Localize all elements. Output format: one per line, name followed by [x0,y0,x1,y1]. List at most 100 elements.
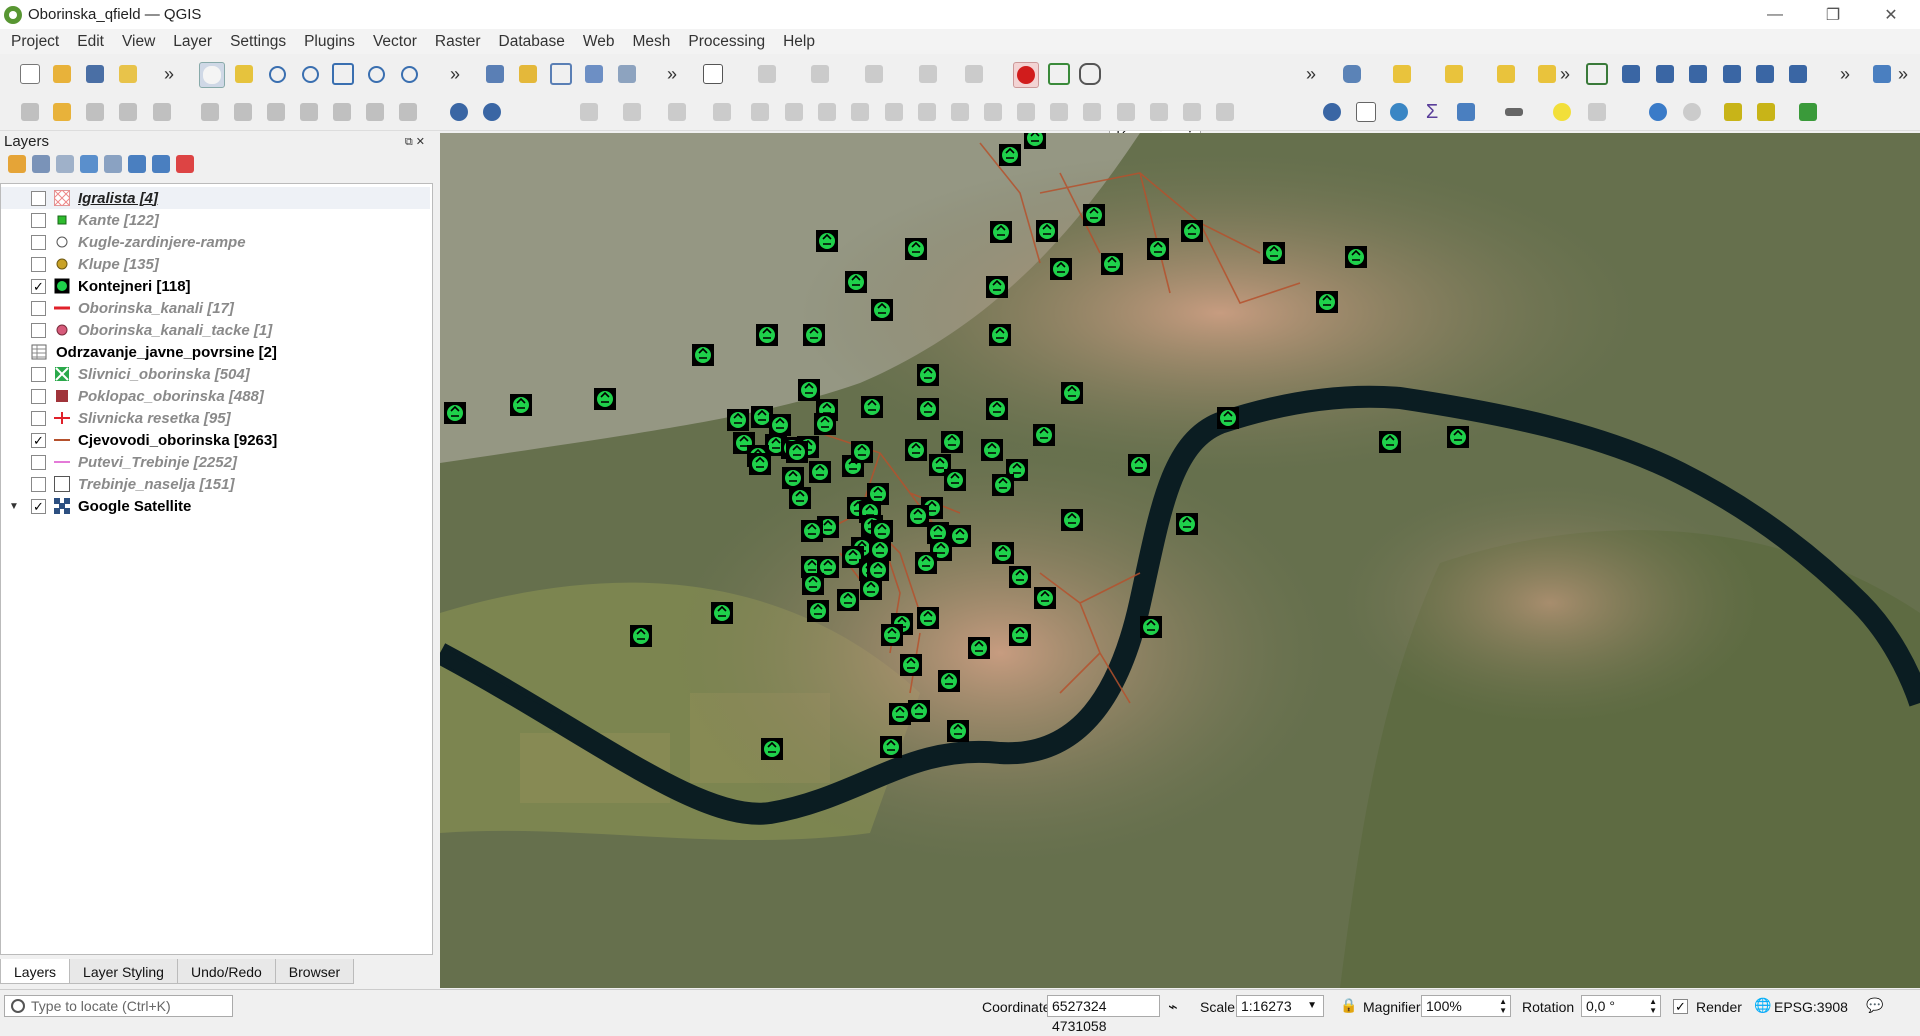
copy-features-icon[interactable] [1442,62,1466,86]
container-marker-icon[interactable] [866,558,890,582]
select-by-radius-icon[interactable] [962,62,986,86]
menu-project[interactable]: Project [0,33,66,51]
filter-expression-icon[interactable] [104,155,122,173]
add-feature-icon[interactable] [116,100,140,124]
add-spatialite-icon[interactable] [1720,62,1744,86]
split-parts-icon[interactable] [981,100,1005,124]
container-marker-icon[interactable] [1216,406,1240,430]
container-marker-icon[interactable] [991,541,1015,565]
locator-search-input[interactable]: Type to locate (Ctrl+K) [4,995,233,1017]
container-marker-icon[interactable] [1378,430,1402,454]
field-calculator-icon[interactable] [1387,100,1411,124]
save-edits-icon[interactable] [83,100,107,124]
container-marker-icon[interactable] [914,551,938,575]
add-raster-icon[interactable] [1619,62,1643,86]
pan-to-selection-icon[interactable] [232,62,256,86]
container-marker-icon[interactable] [1060,508,1084,532]
messages-icon[interactable]: 💬 [1866,997,1883,1014]
layer-checkbox[interactable] [31,388,46,404]
container-marker-icon[interactable] [1100,252,1124,276]
toolbar-overflow-6[interactable]: » [1840,64,1850,85]
menu-vector[interactable]: Vector [362,33,424,51]
maximize-button[interactable]: ❐ [1804,0,1862,29]
rotation-spinbox[interactable]: 0,0 ° ▲ ▼ [1581,995,1661,1017]
container-marker-icon[interactable] [1127,453,1151,477]
add-delimited-icon[interactable] [1686,62,1710,86]
toolbar-overflow-2[interactable]: » [450,64,460,85]
container-marker-icon[interactable] [443,401,467,425]
layer-row-slivnici[interactable]: Slivnici_oborinska [504] [1,363,430,385]
delete-ring-icon[interactable] [815,100,839,124]
globe-search-icon[interactable] [480,100,504,124]
open-table-icon[interactable] [1454,100,1478,124]
container-marker-icon[interactable] [801,572,825,596]
rotate-symbols-icon[interactable] [1080,100,1104,124]
layer-row-poklopac[interactable]: Poklopac_oborinska [488] [1,385,430,407]
layer-row-odrzavanje[interactable]: Odrzavanje_javne_povrsine [2] [1,341,430,363]
container-marker-icon[interactable] [836,588,860,612]
container-marker-icon[interactable] [985,275,1009,299]
expand-arrow-icon[interactable]: ▼ [9,501,19,512]
coordinate-toggle-icon[interactable]: ⌁ [1168,997,1178,1017]
container-marker-icon[interactable] [1344,245,1368,269]
container-marker-icon[interactable] [748,452,772,476]
processing-icon[interactable] [1870,62,1894,86]
container-marker-icon[interactable] [1049,257,1073,281]
toolbar-overflow-1[interactable]: » [164,64,174,85]
container-marker-icon[interactable] [1446,425,1470,449]
layer-row-oborinska-kanali-tacke[interactable]: Oborinska_kanali_tacke [1] [1,319,430,341]
add-part-icon[interactable] [748,100,772,124]
container-marker-icon[interactable] [509,393,533,417]
zoom-full-icon[interactable] [331,62,355,86]
container-marker-icon[interactable] [948,524,972,548]
delete-selected-icon[interactable] [231,100,255,124]
rotate-feature-icon[interactable] [620,100,644,124]
container-marker-icon[interactable] [916,363,940,387]
tab-browser[interactable]: Browser [274,959,355,984]
minimize-button[interactable]: — [1746,0,1804,29]
attribute-table-icon[interactable] [1354,100,1378,124]
offset-point-icon[interactable] [1114,100,1138,124]
tab-undo-redo[interactable]: Undo/Redo [176,959,276,984]
tab-layer-styling[interactable]: Layer Styling [69,959,178,984]
container-marker-icon[interactable] [1082,203,1106,227]
container-marker-icon[interactable] [989,220,1013,244]
save-as-icon[interactable] [116,62,140,86]
toolbar-overflow-3[interactable]: » [667,64,677,85]
map-canvas[interactable] [440,133,1920,988]
database-icon[interactable] [1340,62,1364,86]
layer-checkbox[interactable] [31,234,46,250]
menu-view[interactable]: View [111,33,162,51]
layer-checkbox[interactable] [31,454,46,470]
container-marker-icon[interactable] [980,438,1004,462]
identify-features-icon[interactable] [1320,100,1344,124]
container-marker-icon[interactable] [815,229,839,253]
container-marker-icon[interactable] [943,468,967,492]
container-marker-icon[interactable] [1008,565,1032,589]
container-marker-icon[interactable] [859,577,883,601]
container-marker-icon[interactable] [916,606,940,630]
reverse-line-icon[interactable] [1180,100,1204,124]
cloud-icon[interactable] [1646,100,1670,124]
container-marker-icon[interactable] [907,699,931,723]
pdf-export-icon[interactable] [701,62,725,86]
layer-checkbox[interactable] [31,212,46,228]
simplify-icon[interactable] [665,100,689,124]
container-marker-icon[interactable] [844,270,868,294]
render-checkbox[interactable]: ✓ [1673,999,1688,1014]
container-marker-icon[interactable] [797,378,821,402]
container-marker-icon[interactable] [998,143,1022,167]
curve-digitize-icon[interactable] [1213,100,1237,124]
layer-checkbox[interactable] [31,410,46,426]
save-project-icon[interactable] [83,62,107,86]
container-marker-icon[interactable] [870,298,894,322]
menu-raster[interactable]: Raster [424,33,488,51]
container-marker-icon[interactable] [800,519,824,543]
identify-point-icon[interactable] [1535,62,1559,86]
modify-attributes-icon[interactable] [198,100,222,124]
container-marker-icon[interactable] [1262,241,1286,265]
container-marker-icon[interactable] [880,623,904,647]
fill-ring-icon[interactable] [782,100,806,124]
container-marker-icon[interactable] [904,438,928,462]
select-polygon-icon[interactable] [808,62,832,86]
